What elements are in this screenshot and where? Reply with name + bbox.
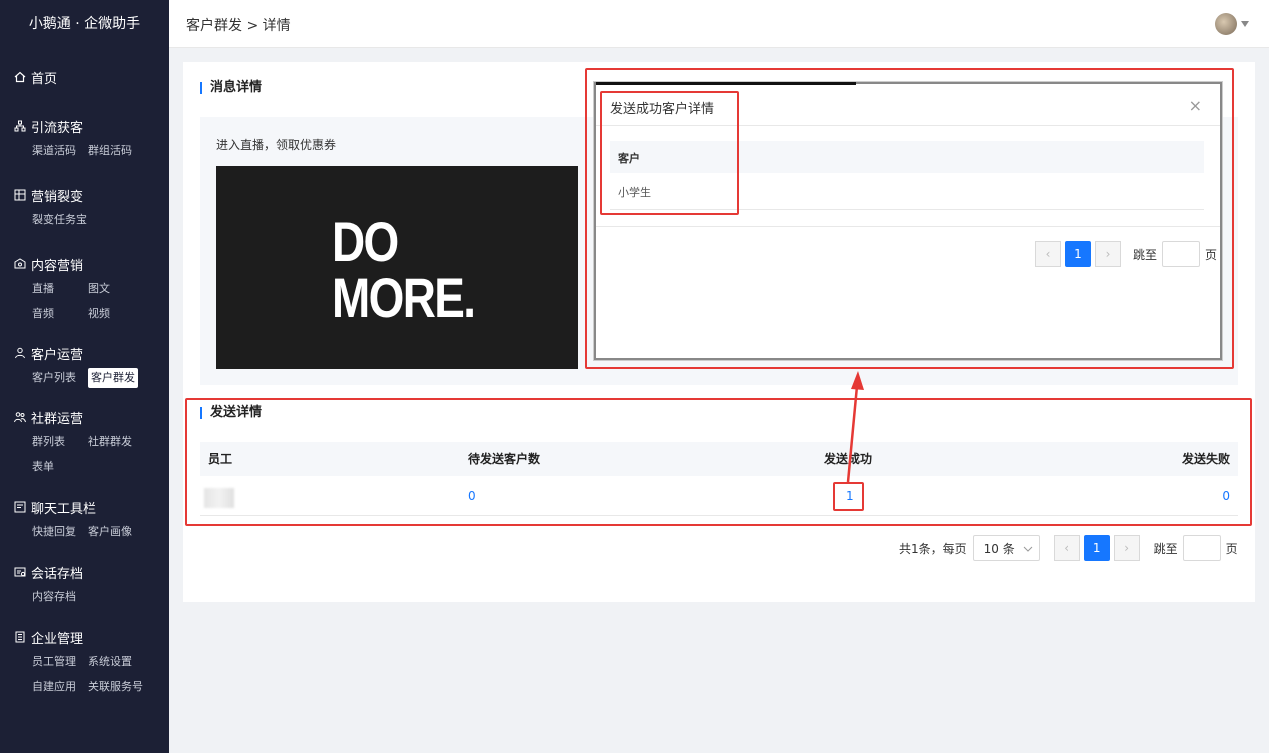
- nav-group-archive: 会话存档 内容存档: [0, 561, 169, 612]
- nav-archive-label: 会话存档: [31, 566, 84, 582]
- sidebar-item-fission[interactable]: 裂变任务宝: [32, 210, 112, 230]
- sidebar-item-channel-code[interactable]: 渠道活码: [32, 141, 88, 161]
- nav-marketing-label: 营销裂变: [31, 189, 84, 205]
- nav-chat-tools[interactable]: 聊天工具栏: [14, 496, 169, 518]
- page-unit: 页: [1225, 541, 1238, 556]
- annotation-box-send-details: [185, 398, 1252, 526]
- nav-community-label: 社群运营: [31, 411, 84, 427]
- annotation-box-modal-header: [600, 91, 739, 215]
- current-page[interactable]: 1: [1083, 535, 1110, 561]
- sidebar-item-audio[interactable]: 音频: [32, 304, 88, 324]
- page-size-value: 10 条: [983, 541, 1015, 556]
- pagination-total: 共1条，每页: [899, 541, 967, 556]
- nav-group-marketing: 营销裂变 裂变任务宝: [0, 184, 169, 235]
- sidebar-item-article[interactable]: 图文: [88, 279, 144, 299]
- table-pagination: 共1条，每页 10 条 ‹ 1 › 跳至 页: [899, 535, 1238, 561]
- nav-group-traffic: 引流获客 渠道活码 群组活码: [0, 115, 169, 166]
- sidebar-item-staff[interactable]: 员工管理: [32, 652, 88, 672]
- nav-company-label: 企业管理: [31, 631, 84, 647]
- nav-community[interactable]: 社群运营: [14, 406, 169, 428]
- page-size-select[interactable]: 10 条: [972, 535, 1040, 561]
- sidebar-item-live[interactable]: 直播: [32, 279, 88, 299]
- sidebar-item-group-list[interactable]: 群列表: [32, 432, 88, 452]
- nav-group-home: 首页: [0, 66, 169, 88]
- nav-home-label: 首页: [31, 71, 58, 87]
- poster-line-2: MORE.: [332, 266, 476, 329]
- sidebar-item-service-account[interactable]: 关联服务号: [88, 677, 158, 697]
- sidebar-item-content-archive[interactable]: 内容存档: [32, 587, 88, 607]
- sidebar-item-group-code[interactable]: 群组活码: [88, 141, 144, 161]
- content-icon: [14, 258, 26, 270]
- company-icon: [14, 631, 26, 643]
- users-icon: [14, 411, 26, 423]
- nav-content-label: 内容营销: [31, 258, 84, 274]
- sidebar-item-quick-reply[interactable]: 快捷回复: [32, 522, 88, 542]
- nav-marketing[interactable]: 营销裂变: [14, 184, 169, 206]
- message-poster-image: DO MORE.: [216, 166, 578, 369]
- user-icon: [14, 347, 26, 359]
- sidebar-item-group-broadcast[interactable]: 社群群发: [88, 432, 144, 452]
- sidebar-item-customer-broadcast[interactable]: 客户群发: [88, 368, 138, 388]
- jump-page-input[interactable]: [1182, 535, 1221, 561]
- home-icon: [14, 71, 26, 83]
- nav-chat-tools-label: 聊天工具栏: [31, 501, 97, 517]
- nav-content[interactable]: 内容营销: [14, 253, 169, 275]
- prev-page-button[interactable]: ‹: [1053, 535, 1080, 561]
- sidebar-item-settings[interactable]: 系统设置: [88, 652, 144, 672]
- chevron-down-icon: [1023, 541, 1033, 555]
- nav-archive[interactable]: 会话存档: [14, 561, 169, 583]
- sidebar-item-customer-list[interactable]: 客户列表: [32, 368, 88, 388]
- nav-group-content: 内容营销 直播 图文 音频 视频: [0, 253, 169, 329]
- archive-icon: [14, 566, 26, 578]
- message-text: 进入直播，领取优惠券: [216, 138, 337, 152]
- nav-customer-label: 客户运营: [31, 347, 84, 363]
- annotation-box-success-count: [833, 482, 864, 511]
- grid-icon: [14, 189, 26, 201]
- nav-home[interactable]: 首页: [14, 66, 169, 88]
- nav-customer[interactable]: 客户运营: [14, 342, 169, 364]
- sitemap-icon: [14, 120, 26, 132]
- jump-label: 跳至: [1153, 541, 1178, 556]
- poster-text: DO MORE.: [332, 210, 476, 329]
- sidebar-item-custom-app[interactable]: 自建应用: [32, 677, 88, 697]
- sidebar-item-video[interactable]: 视频: [88, 304, 144, 324]
- nav-traffic-label: 引流获客: [31, 120, 84, 136]
- next-page-button[interactable]: ›: [1113, 535, 1140, 561]
- top-header: 客户群发 > 详情: [169, 0, 1269, 48]
- avatar[interactable]: [1215, 13, 1237, 35]
- poster-line-1: DO: [332, 210, 399, 273]
- nav-group-company: 企业管理 员工管理 系统设置 自建应用 关联服务号: [0, 626, 169, 702]
- nav-group-community: 社群运营 群列表 社群群发 表单: [0, 406, 169, 482]
- nav-company[interactable]: 企业管理: [14, 626, 169, 648]
- message-section-title: 消息详情: [200, 81, 262, 94]
- breadcrumb: 客户群发 > 详情: [186, 18, 291, 34]
- sidebar-item-customer-portrait[interactable]: 客户画像: [88, 522, 144, 542]
- user-menu[interactable]: [1215, 13, 1249, 35]
- nav-group-chat-tools: 聊天工具栏 快捷回复 客户画像: [0, 496, 169, 547]
- caret-down-icon[interactable]: [1241, 21, 1249, 27]
- sidebar: 小鹅通 · 企微助手 首页 引流获客 渠道活码 群组活码 营销裂变 裂变任务宝 …: [0, 0, 169, 753]
- chat-tool-icon: [14, 501, 26, 513]
- brand-title: 小鹅通 · 企微助手: [28, 16, 141, 32]
- nav-traffic[interactable]: 引流获客: [14, 115, 169, 137]
- nav-group-customer: 客户运营 客户列表 客户群发: [0, 342, 169, 393]
- sidebar-item-form[interactable]: 表单: [32, 457, 88, 477]
